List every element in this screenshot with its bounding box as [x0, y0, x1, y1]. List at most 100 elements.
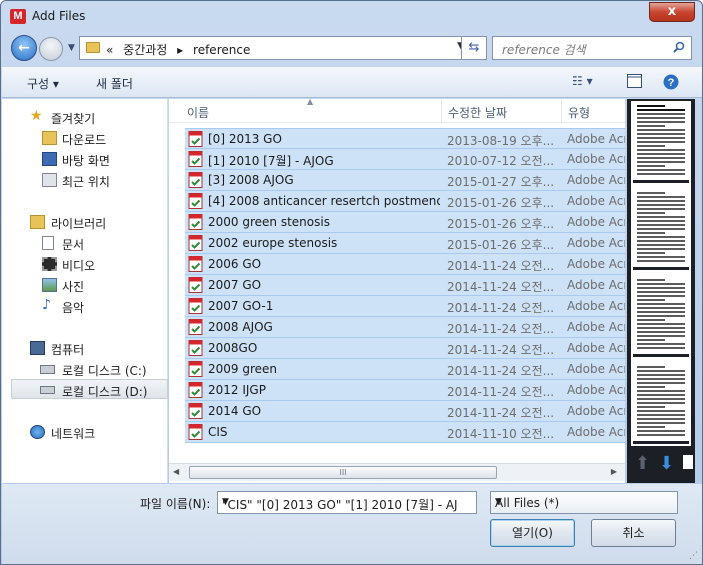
column-divider[interactable]	[441, 99, 442, 123]
thumbnail-text-line	[637, 145, 665, 147]
sidebar-item-drive-d[interactable]: 로컬 디스크 (D:)	[11, 379, 168, 399]
page-thumbnail[interactable]	[633, 275, 689, 357]
forward-button[interactable]	[39, 37, 63, 61]
breadcrumb-item[interactable]: 중간과정	[123, 43, 167, 57]
table-row[interactable]: 2007 GO-1 2014-11-24 오전... Adobe Acr	[185, 296, 625, 317]
search-input[interactable]: reference 검색	[492, 36, 692, 60]
filename-field[interactable]: "CIS" "[0] 2013 GO" "[1] 2010 [7월] - AJO…	[217, 491, 477, 514]
thumbnail-text-line	[637, 137, 685, 139]
table-row[interactable]: 2007 GO 2014-11-24 오전... Adobe Acr	[185, 275, 625, 296]
file-name: CIS	[208, 425, 228, 439]
file-date: 2015-01-26 오후...	[447, 217, 553, 231]
pdf-file-icon	[188, 151, 203, 167]
thumbnail-text-line	[637, 109, 685, 111]
sidebar-item-drive-c[interactable]: 로컬 디스크 (C:)	[2, 359, 168, 379]
thumbnail-text-line	[637, 394, 685, 396]
pdf-file-icon	[188, 256, 203, 272]
computer-icon	[30, 341, 45, 355]
thumbnail-text-line	[637, 220, 685, 222]
column-date-header[interactable]: 수정한 날짜	[448, 104, 507, 121]
thumbnail-text-line	[637, 149, 685, 151]
file-type: Adobe Acr	[567, 173, 625, 187]
table-row[interactable]: CIS 2014-11-10 오전... Adobe Acr	[185, 422, 625, 443]
page-view-icon[interactable]	[683, 455, 693, 469]
horizontal-scrollbar[interactable]: ◀ III ▶	[169, 463, 625, 481]
table-row[interactable]: 2014 GO 2014-11-24 오전... Adobe Acr	[185, 401, 625, 422]
sidebar-item-music[interactable]: ♪ 음악	[2, 296, 168, 316]
breadcrumb-separator[interactable]: ▸	[177, 43, 183, 57]
table-row[interactable]: 2008GO 2014-11-24 오전... Adobe Acr	[185, 338, 625, 359]
page-thumbnail[interactable]	[633, 362, 689, 444]
search-icon[interactable]	[673, 41, 685, 53]
table-row[interactable]: [3] 2008 AJOG 2015-01-27 오후... Adobe Acr	[185, 170, 625, 191]
table-row[interactable]: [1] 2010 [7월] - AJOG 2010-07-12 오전... Adob…	[185, 149, 625, 170]
thumbnail-text-line	[637, 434, 685, 436]
organize-button[interactable]: 구성 ▾	[27, 75, 59, 92]
file-type: Adobe Acr	[567, 132, 625, 146]
thumbnail-text-line	[637, 141, 685, 143]
sidebar-item-network[interactable]: 네트워크	[2, 422, 168, 442]
table-row[interactable]: 2008 AJOG 2014-11-24 오전... Adobe Acr	[185, 317, 625, 338]
open-button[interactable]: 열기(O)	[490, 519, 575, 547]
thumbnail-text-line	[637, 157, 685, 159]
recent-pages-dropdown-icon[interactable]: ▼	[68, 43, 75, 53]
sidebar-item-computer[interactable]: 컴퓨터	[2, 338, 168, 358]
thumbnail-text-line	[637, 319, 665, 321]
thumbnail-text-line	[637, 224, 685, 226]
table-row[interactable]: 2009 green 2014-11-24 오전... Adobe Acr	[185, 359, 625, 380]
pdf-file-icon	[188, 382, 203, 398]
help-icon[interactable]: ?	[663, 74, 679, 93]
page-thumbnail[interactable]	[633, 188, 689, 270]
window-title: Add Files	[32, 9, 86, 23]
sidebar-item-videos[interactable]: 비디오	[2, 254, 168, 274]
view-options-icon[interactable]: ☷ ▾	[572, 74, 593, 88]
resize-grip-icon[interactable]: ⋰	[689, 551, 698, 561]
pdf-file-icon	[188, 193, 203, 209]
thumbnail-text-line	[637, 121, 685, 123]
back-button[interactable]: ←	[11, 35, 37, 61]
thumbnail-text-line	[637, 283, 685, 285]
refresh-button[interactable]: ⇆	[461, 36, 487, 60]
column-type-header[interactable]: 유형	[568, 104, 590, 121]
address-overflow[interactable]: «	[106, 43, 113, 57]
page-up-icon[interactable]: ⬆	[635, 453, 650, 474]
cancel-button[interactable]: 취소	[591, 519, 676, 547]
address-bar[interactable]: « 중간과정 ▸ reference ▼	[79, 36, 469, 60]
table-row[interactable]: 2002 europe stenosis 2015-01-26 오후... Adob…	[185, 233, 625, 254]
column-name-header[interactable]: 이름	[187, 104, 209, 121]
column-divider[interactable]	[561, 99, 562, 123]
file-date: 2010-07-12 오전...	[447, 154, 553, 168]
filename-dropdown-icon[interactable]: ▼	[222, 497, 458, 507]
table-row[interactable]: [0] 2013 GO 2013-08-19 오후... Adobe Acr	[185, 128, 625, 149]
thumbnail-text-line	[637, 240, 685, 242]
sidebar-item-favorites[interactable]: ★ 즐겨찾기	[2, 107, 168, 127]
sidebar-label: 바탕 화면	[62, 154, 110, 168]
sidebar-item-recent[interactable]: 최근 위치	[2, 170, 168, 190]
new-folder-button[interactable]: 새 폴더	[96, 75, 133, 92]
thumbnail-text-line	[637, 244, 685, 246]
filetype-select[interactable]: All Files (*) ▼	[490, 491, 678, 514]
navigation-pane: ★ 즐겨찾기 다운로드 바탕 화면 최근 위치 라이브러리 문서 비디오 사진 …	[2, 99, 168, 483]
sidebar-item-documents[interactable]: 문서	[2, 233, 168, 253]
table-row[interactable]: [4] 2008 anticancer resertch postmenop..…	[185, 191, 625, 212]
sidebar-item-downloads[interactable]: 다운로드	[2, 128, 168, 148]
file-name: 2009 green	[208, 362, 278, 376]
scroll-right-icon[interactable]: ▶	[611, 467, 617, 476]
scroll-left-icon[interactable]: ◀	[173, 467, 179, 476]
file-date: 2014-11-24 오전...	[447, 364, 553, 378]
thumbnail-text-line	[637, 418, 685, 420]
search-placeholder: reference 검색	[502, 43, 586, 57]
sidebar-item-desktop[interactable]: 바탕 화면	[2, 149, 168, 169]
pictures-icon	[42, 278, 57, 292]
page-thumbnail[interactable]	[633, 101, 689, 183]
table-row[interactable]: 2000 green stenosis 2015-01-26 오후... Adobe…	[185, 212, 625, 233]
scroll-thumb[interactable]: III	[189, 466, 497, 479]
page-down-icon[interactable]: ⬇	[659, 453, 674, 474]
preview-pane-icon[interactable]	[627, 74, 642, 91]
close-button[interactable]: x	[649, 2, 695, 22]
sidebar-item-pictures[interactable]: 사진	[2, 275, 168, 295]
sidebar-item-libraries[interactable]: 라이브러리	[2, 212, 168, 232]
table-row[interactable]: 2006 GO 2014-11-24 오전... Adobe Acr	[185, 254, 625, 275]
breadcrumb-item[interactable]: reference	[193, 43, 250, 57]
table-row[interactable]: 2012 IJGP 2014-11-24 오전... Adobe Acr	[185, 380, 625, 401]
